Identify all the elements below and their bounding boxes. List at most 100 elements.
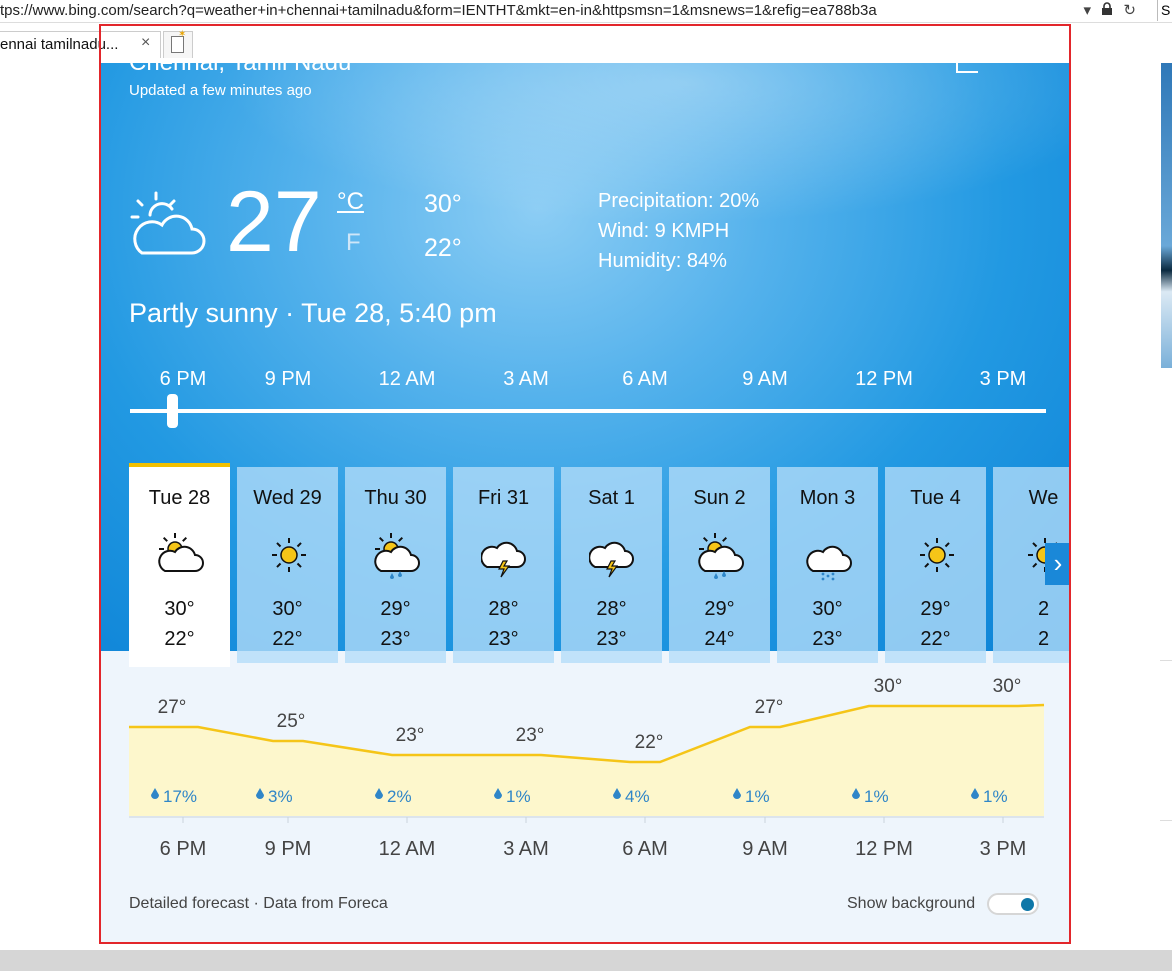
hourly-temperature-graph: 27° 17% 6 PM 25° 3% 9 PM 23° 2% 12 AM 23° 1% 3 AM 22… (129, 676, 1045, 860)
hour-label: 12 AM (378, 368, 436, 390)
temperature-label: 22° (635, 732, 664, 753)
refresh-icon[interactable]: ↻ (1123, 2, 1136, 19)
show-background-toggle[interactable] (987, 893, 1039, 915)
lock-icon (1101, 2, 1113, 19)
dropdown-icon[interactable]: ▾ (1084, 2, 1092, 19)
temperature-label: 23° (396, 725, 425, 746)
share-icon[interactable] (956, 63, 978, 73)
temperature-label: 30° (993, 676, 1022, 697)
day-high: 29° (704, 598, 735, 620)
tab-active[interactable]: ennai tamilnadu... × (0, 31, 161, 58)
day-tile-4[interactable]: Sat 1 28° 23° (561, 467, 662, 663)
day-tile-5[interactable]: Sun 2 29° 24° (669, 467, 770, 663)
hour-label: 3 PM (979, 368, 1027, 390)
sunny-icon (272, 538, 306, 572)
more-icon[interactable]: ··· (1004, 63, 1031, 71)
precipitation-chance: 1% (864, 787, 889, 806)
day-name: Sun 2 (693, 487, 746, 509)
today-low: 22° (424, 234, 462, 262)
graph-hour-label: 6 AM (622, 838, 668, 860)
hour-label: 12 PM (855, 368, 913, 390)
address-bar-icons: ▾ ↻ (1078, 1, 1136, 19)
next-days-button[interactable]: › (1045, 543, 1071, 585)
day-low: 23° (488, 628, 519, 650)
divider (1160, 660, 1172, 661)
today-high: 30° (424, 190, 462, 218)
partly-sunny-icon (130, 191, 206, 255)
search-box[interactable]: S (1157, 0, 1172, 21)
precipitation-chance: 4% (625, 787, 650, 806)
new-tab-button[interactable]: ✶ (163, 29, 193, 58)
day-name: Wed 29 (253, 487, 322, 509)
thunderstorm-icon (589, 541, 634, 578)
day-tile-3[interactable]: Fri 31 28° 23° (453, 467, 554, 663)
hour-label: 6 AM (622, 368, 668, 390)
day-low: 23° (596, 628, 627, 650)
precipitation-chance: 1% (506, 787, 531, 806)
thunderstorm-icon (481, 541, 526, 578)
day-name: Sat 1 (588, 487, 635, 509)
graph-hour-label: 9 PM (265, 838, 312, 860)
time-slider[interactable] (130, 409, 1046, 413)
temperature-area (129, 705, 1044, 816)
side-image (1161, 63, 1172, 368)
tab-strip: ennai tamilnadu... × ✶ (0, 23, 1172, 63)
hour-label: 3 AM (503, 368, 549, 390)
unit-celsius[interactable]: °C (337, 188, 364, 216)
day-tile-0[interactable]: Tue 28 30° 22° (129, 463, 230, 667)
day-tile-6[interactable]: Mon 3 30° 23° (777, 467, 878, 663)
graph-hour-label: 3 PM (980, 838, 1027, 860)
day-tile-7[interactable]: Tue 4 29° 22° (885, 467, 986, 663)
toggle-knob (1021, 898, 1034, 911)
day-name: Mon 3 (799, 487, 856, 509)
humidity: Humidity: 84% (598, 250, 727, 272)
precipitation-chance: 3% (268, 787, 293, 806)
address-bar[interactable]: tps://www.bing.com/search?q=weather+in+c… (0, 0, 1172, 23)
url-text[interactable]: tps://www.bing.com/search?q=weather+in+c… (0, 2, 877, 19)
day-tile-2[interactable]: Thu 30 29° 23° (345, 467, 446, 663)
temperature-label: 30° (874, 676, 903, 697)
weather-card: Chennai, Tamil Nadu Updated a few minute… (100, 63, 1071, 944)
day-high: 29° (920, 598, 951, 620)
slider-handle[interactable] (166, 394, 178, 428)
temperature-label: 23° (516, 725, 545, 746)
day-high: 28° (596, 598, 627, 620)
rain-icon (806, 545, 852, 581)
day-low: 22° (164, 628, 195, 650)
status-bar (0, 950, 1172, 971)
day-tile-1[interactable]: Wed 29 30° 22° (237, 467, 338, 663)
temperature-label: 25° (277, 711, 306, 732)
day-name: Tue 28 (148, 487, 211, 509)
show-background-label: Show background (847, 895, 976, 912)
hour-label: 9 AM (742, 368, 788, 390)
star-icon: ✶ (178, 29, 187, 40)
condition-text: Partly sunny · Tue 28, 5:40 pm (129, 298, 497, 328)
precipitation-chance: 1% (983, 787, 1008, 806)
city-name: Chennai, Tamil Nadu (129, 63, 351, 77)
updated-text: Updated a few minutes ago (129, 82, 312, 99)
graph-hour-label: 12 AM (379, 838, 436, 860)
unit-fahrenheit[interactable]: F (346, 229, 361, 257)
close-tab-icon[interactable]: × (141, 34, 150, 52)
day-high: 30° (272, 598, 303, 620)
day-high: 29° (380, 598, 411, 620)
day-name: Tue 4 (910, 487, 961, 509)
day-high: 2 (1037, 598, 1050, 620)
precipitation-chance: 2% (387, 787, 412, 806)
day-name: Thu 30 (364, 487, 427, 509)
day-low: 2 (1037, 628, 1050, 650)
graph-hour-label: 6 PM (160, 838, 207, 860)
day-high: 30° (812, 598, 843, 620)
graph-hour-label: 12 PM (855, 838, 913, 860)
partly-sunny-icon (158, 533, 204, 572)
sunny-icon (920, 538, 954, 572)
wind: Wind: 9 KMPH (598, 220, 730, 242)
hour-label: 9 PM (264, 368, 312, 390)
footer-links[interactable]: Detailed forecast · Data from Foreca (129, 895, 388, 913)
sun-rain-icon (374, 533, 420, 579)
hour-label: 6 PM (159, 368, 207, 390)
day-low: 22° (272, 628, 303, 650)
divider (1160, 820, 1172, 821)
precipitation: Precipitation: 20% (598, 190, 760, 212)
sun-rain-icon (698, 533, 744, 579)
